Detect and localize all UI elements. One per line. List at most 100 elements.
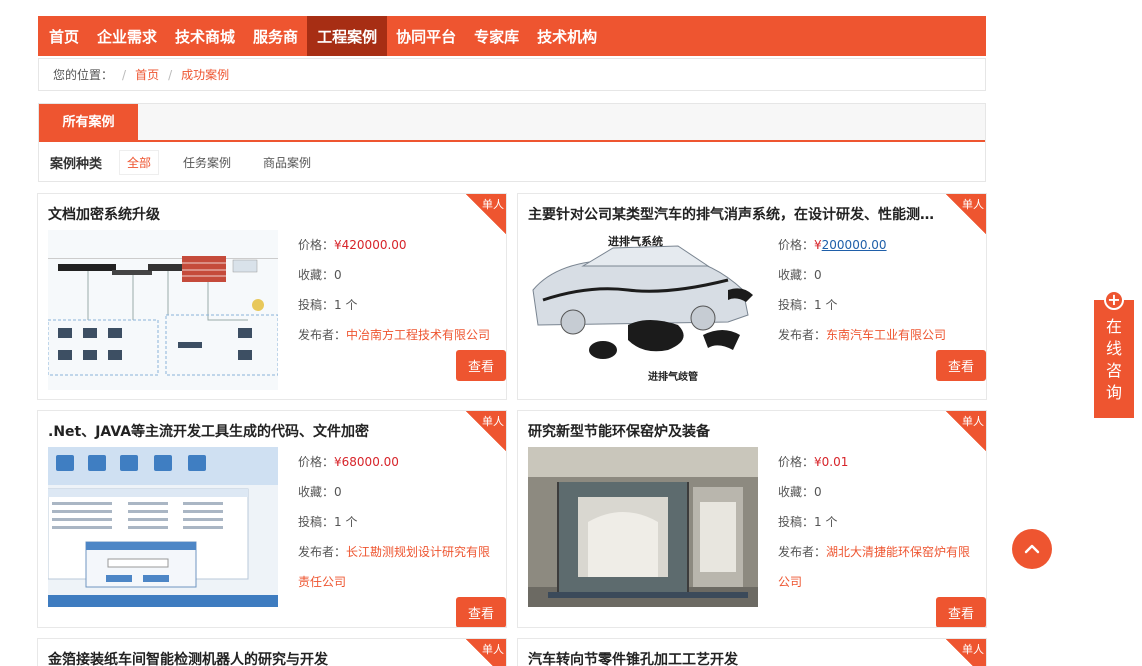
single-badge: 单人 <box>946 639 986 666</box>
nav-collab-platform[interactable]: 协同平台 <box>387 16 465 56</box>
breadcrumb: 您的位置： / 首页 / 成功案例 <box>38 58 986 91</box>
submissions-label: 投稿： <box>778 298 815 312</box>
filter-tabs: 所有案例 <box>39 104 985 142</box>
case-thumbnail[interactable]: 进排气系统 进排气歧管 <box>528 230 758 390</box>
single-badge: 单人 <box>466 194 506 234</box>
collect-label: 收藏： <box>298 268 335 282</box>
publisher-label: 发布者： <box>298 328 347 342</box>
case-card: 金箔接装纸车间智能检测机器人的研究与开发 单人 <box>37 638 507 666</box>
breadcrumb-cases-link[interactable]: 成功案例 <box>181 66 229 83</box>
case-card: 文档加密系统升级 单人 价格：¥420000.00 收藏：0 投稿：1 个 发布… <box>37 193 507 400</box>
price-symbol: ¥ <box>814 238 822 252</box>
plus-circle-icon: + <box>1104 290 1124 310</box>
badge-label: 单人 <box>962 198 984 211</box>
case-thumbnail[interactable] <box>48 230 278 390</box>
submissions-label: 投稿： <box>298 515 335 529</box>
nav-engineering-cases[interactable]: 工程案例 <box>307 16 388 56</box>
image-caption-bottom: 进排气歧管 <box>648 370 698 383</box>
case-card: 主要针对公司某类型汽车的排气消声系统，在设计研发、性能测试... 单人 进排气系… <box>517 193 987 400</box>
publisher-link[interactable]: 中冶南方工程技术有限公司 <box>346 328 490 342</box>
nav-home[interactable]: 首页 <box>40 16 88 56</box>
submissions-count: 1 个 <box>814 298 838 312</box>
badge-label: 单人 <box>482 415 504 428</box>
publisher-link[interactable]: 东南汽车工业有限公司 <box>826 328 946 342</box>
collect-label: 收藏： <box>778 485 815 499</box>
case-card: 汽车转向节零件锥孔加工工艺开发 单人 <box>517 638 987 666</box>
badge-label: 单人 <box>482 643 504 656</box>
badge-label: 单人 <box>482 198 504 211</box>
case-filter-panel: 所有案例 案例种类 全部 任务案例 商品案例 <box>38 103 986 182</box>
view-button[interactable]: 查看 <box>456 350 506 381</box>
submissions-label: 投稿： <box>778 515 815 529</box>
tab-all-cases[interactable]: 所有案例 <box>39 104 138 142</box>
case-type-row: 案例种类 全部 任务案例 商品案例 <box>39 142 985 182</box>
nav-tech-institution[interactable]: 技术机构 <box>528 16 606 56</box>
single-badge: 单人 <box>466 411 506 451</box>
case-title[interactable]: 金箔接装纸车间智能检测机器人的研究与开发 <box>48 649 458 666</box>
main-nav: 首页 企业需求 技术商城 服务商 工程案例 协同平台 专家库 技术机构 <box>38 16 986 56</box>
case-thumbnail[interactable] <box>528 447 758 607</box>
collect-count: 0 <box>334 485 342 499</box>
filter-option-product-cases[interactable]: 商品案例 <box>255 150 319 175</box>
single-badge: 单人 <box>466 639 506 666</box>
nav-expert-library[interactable]: 专家库 <box>465 16 528 56</box>
price-label: 价格： <box>778 455 815 469</box>
case-info: 价格：¥420000.00 收藏：0 投稿：1 个 发布者：中冶南方工程技术有限… <box>298 230 490 350</box>
nav-enterprise-demand[interactable]: 企业需求 <box>88 16 166 56</box>
submissions-count: 1 个 <box>334 298 358 312</box>
breadcrumb-separator: / <box>122 67 127 82</box>
view-button[interactable]: 查看 <box>456 597 506 627</box>
publisher-link-continued[interactable]: 责任公司 <box>298 575 346 589</box>
publisher-link-continued[interactable]: 公司 <box>778 575 802 589</box>
collect-label: 收藏： <box>298 485 335 499</box>
submissions-label: 投稿： <box>298 298 335 312</box>
case-card: .Net、JAVA等主流开发工具生成的代码、文件加密 单人 价格：¥68000.… <box>37 410 507 628</box>
breadcrumb-home-link[interactable]: 首页 <box>135 66 159 83</box>
image-caption-top: 进排气系统 <box>608 234 663 248</box>
case-thumbnail[interactable] <box>48 447 278 607</box>
online-consult-label: 在线咨询 <box>1105 317 1122 402</box>
view-button[interactable]: 查看 <box>936 597 986 627</box>
price-value: ¥0.01 <box>814 455 849 469</box>
submissions-count: 1 个 <box>334 515 358 529</box>
breadcrumb-label: 您的位置： <box>53 68 114 82</box>
filter-option-all[interactable]: 全部 <box>119 149 160 175</box>
publisher-label: 发布者： <box>778 545 827 559</box>
chevron-up-icon <box>1024 544 1040 554</box>
case-info: 价格：¥68000.00 收藏：0 投稿：1 个 发布者：长江勘测规划设计研究有… <box>298 447 490 597</box>
submissions-count: 1 个 <box>814 515 838 529</box>
case-card: 研究新型节能环保窑炉及装备 单人 价格：¥0.01 收藏：0 投稿：1 个 发布… <box>517 410 987 628</box>
collect-label: 收藏： <box>778 268 815 282</box>
publisher-label: 发布者： <box>778 328 827 342</box>
case-title[interactable]: 主要针对公司某类型汽车的排气消声系统，在设计研发、性能测试... <box>528 204 938 224</box>
single-badge: 单人 <box>946 194 986 234</box>
case-type-label: 案例种类 <box>50 156 103 172</box>
case-title[interactable]: .Net、JAVA等主流开发工具生成的代码、文件加密 <box>48 421 458 441</box>
online-consult-button[interactable]: + 在线咨询 <box>1094 290 1134 418</box>
publisher-label: 发布者： <box>298 545 347 559</box>
case-title[interactable]: 研究新型节能环保窑炉及装备 <box>528 421 938 441</box>
case-title[interactable]: 汽车转向节零件锥孔加工工艺开发 <box>528 649 938 666</box>
publisher-link[interactable]: 湖北大清捷能环保窑炉有限 <box>826 545 970 559</box>
view-button[interactable]: 查看 <box>936 350 986 381</box>
breadcrumb-separator: / <box>168 67 173 82</box>
filter-option-task-cases[interactable]: 任务案例 <box>175 150 239 175</box>
price-value: ¥68000.00 <box>334 455 399 469</box>
case-info: 价格：¥200000.00 收藏：0 投稿：1 个 发布者：东南汽车工业有限公司 <box>778 230 946 350</box>
price-link[interactable]: 200000.00 <box>822 238 887 252</box>
collect-count: 0 <box>334 268 342 282</box>
badge-label: 单人 <box>962 643 984 656</box>
price-label: 价格： <box>298 455 335 469</box>
publisher-link[interactable]: 长江勘测规划设计研究有限 <box>346 545 490 559</box>
case-info: 价格：¥0.01 收藏：0 投稿：1 个 发布者：湖北大清捷能环保窑炉有限 公司 <box>778 447 970 597</box>
price-value: ¥420000.00 <box>334 238 407 252</box>
nav-tech-mall[interactable]: 技术商城 <box>166 16 244 56</box>
single-badge: 单人 <box>946 411 986 451</box>
collect-count: 0 <box>814 268 822 282</box>
nav-service-provider[interactable]: 服务商 <box>244 16 307 56</box>
case-title[interactable]: 文档加密系统升级 <box>48 204 458 224</box>
badge-label: 单人 <box>962 415 984 428</box>
back-to-top-button[interactable] <box>1012 529 1052 569</box>
price-label: 价格： <box>298 238 335 252</box>
price-label: 价格： <box>778 238 815 252</box>
